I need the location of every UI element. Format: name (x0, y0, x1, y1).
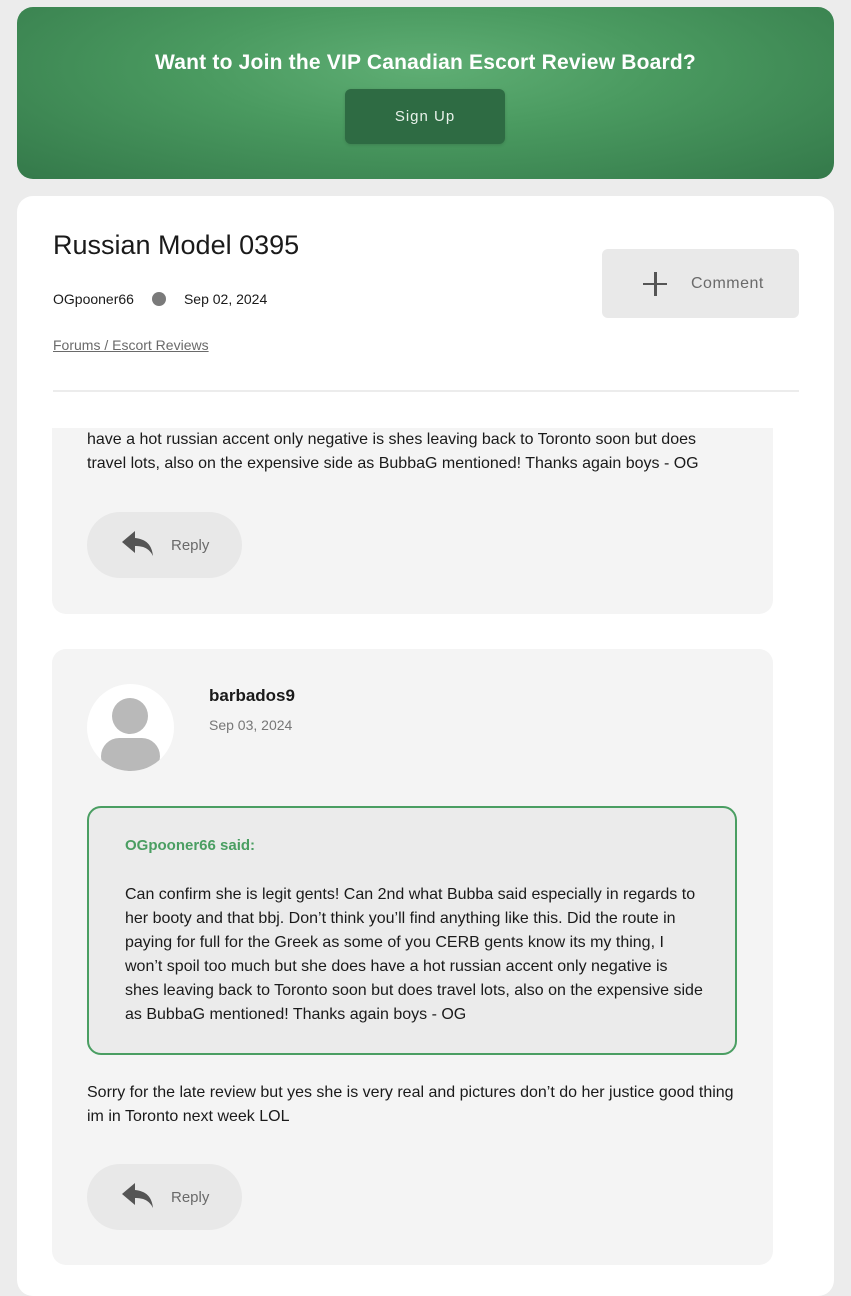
avatar-head (112, 698, 148, 734)
comment-label: Comment (691, 274, 764, 292)
reply-text: Sorry for the late review but yes she is… (87, 1084, 734, 1125)
banner-title: Want to Join the VIP Canadian Escort Rev… (155, 51, 696, 74)
post-author[interactable]: OGpooner66 (53, 291, 134, 307)
quote-author[interactable]: OGpooner66 said: (125, 837, 255, 854)
comment-button[interactable]: Comment (602, 249, 799, 318)
user-avatar-icon[interactable] (87, 684, 174, 771)
divider (53, 390, 799, 392)
reply-text: have a hot russian accent only negative … (87, 431, 699, 472)
quote-text: Can confirm she is legit gents! Can 2nd … (125, 886, 703, 1023)
vip-signup-banner: Want to Join the VIP Canadian Escort Rev… (17, 7, 834, 179)
reply-username[interactable]: barbados9 (209, 686, 295, 706)
reply-arrow-icon (122, 531, 153, 556)
plus-icon (643, 271, 667, 296)
post-title: Russian Model 0395 (53, 230, 300, 260)
sign-up-button[interactable]: Sign Up (345, 89, 505, 144)
separator-dot (151, 292, 166, 306)
post-date: Sep 02, 2024 (183, 291, 268, 307)
quote-block: OGpooner66 said: Can confirm she is legi… (87, 806, 737, 1055)
post-meta: OGpooner66 Sep 02, 2024 (53, 291, 267, 307)
reply-date: Sep 03, 2024 (209, 717, 293, 733)
reply-label: Reply (171, 536, 210, 554)
reply-button[interactable]: Reply (87, 1164, 242, 1230)
reply-label: Reply (171, 1188, 210, 1206)
breadcrumb[interactable]: Forums / Escort Reviews (53, 337, 209, 353)
reply-card: barbados9 Sep 03, 2024 OGpooner66 said: … (52, 649, 773, 1265)
avatar-body (101, 738, 160, 771)
reply-arrow-icon (122, 1183, 153, 1208)
reply-button[interactable]: Reply (87, 512, 242, 578)
reply-card: have a hot russian accent only negative … (52, 428, 773, 614)
